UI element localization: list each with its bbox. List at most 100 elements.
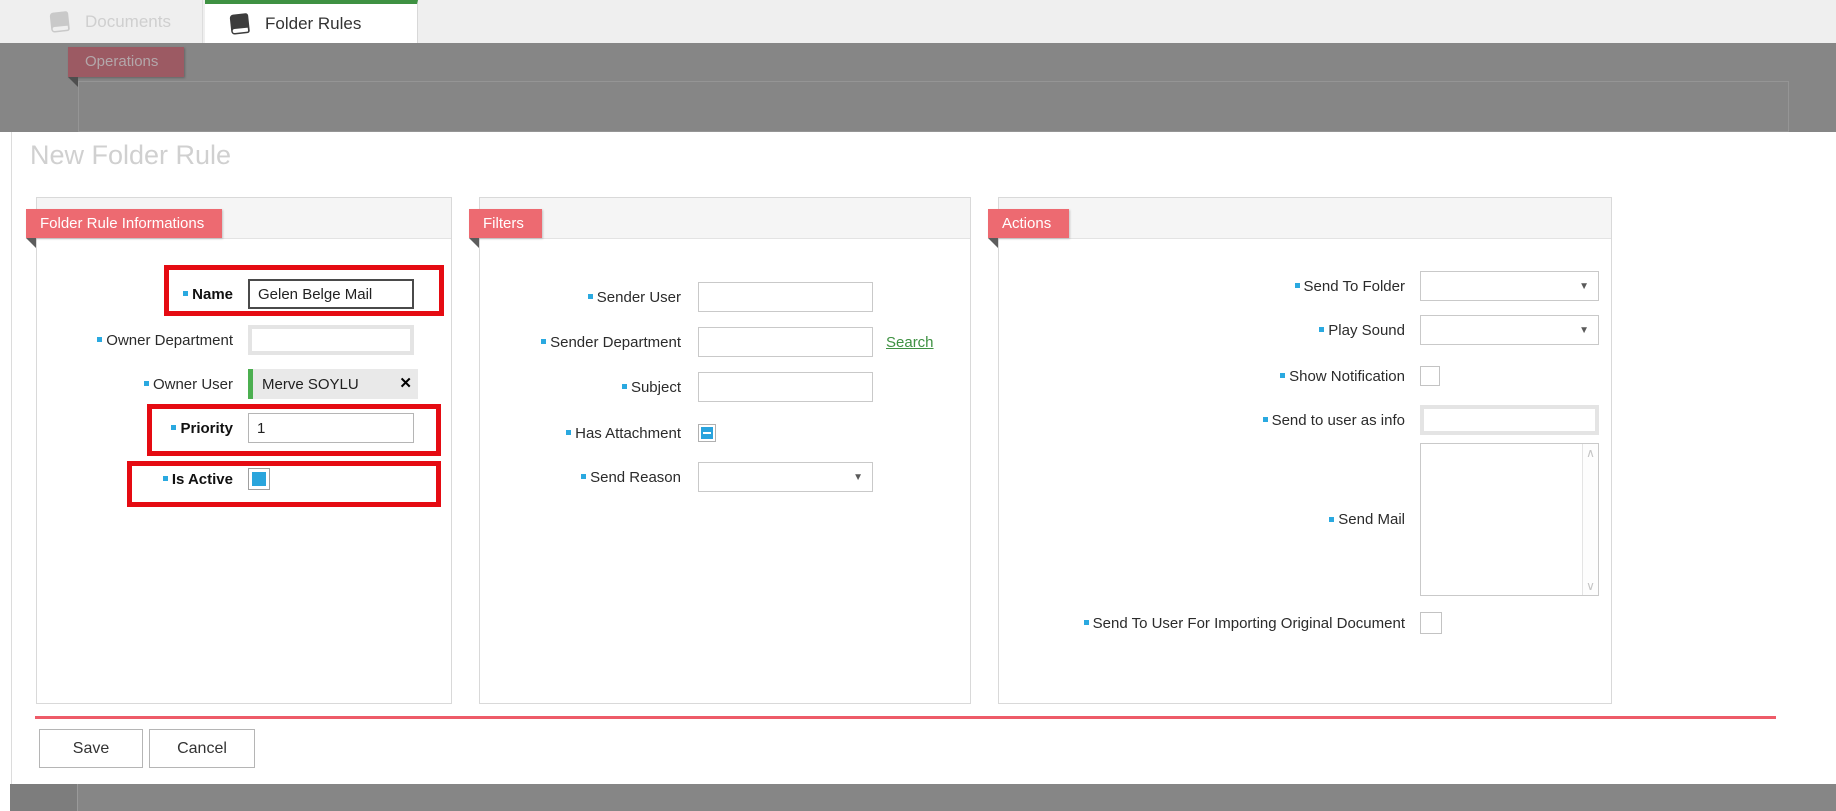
search-link[interactable]: Search bbox=[886, 334, 934, 351]
owner-user-row: Owner User Merve SOYLU ✕ bbox=[37, 368, 451, 400]
field-bullet-icon bbox=[566, 430, 571, 435]
send-to-folder-label: Send To Folder bbox=[999, 278, 1405, 295]
chevron-down-icon: ▼ bbox=[1579, 282, 1589, 292]
bottom-separator-line bbox=[35, 716, 1776, 719]
panel-title-badge: Filters bbox=[469, 209, 542, 238]
play-sound-row: Play Sound ▼ bbox=[999, 314, 1611, 346]
tab-folder-rules[interactable]: Folder Rules bbox=[205, 0, 418, 43]
page-title: New Folder Rule bbox=[30, 140, 231, 171]
tab-folder-rules-label: Folder Rules bbox=[265, 14, 361, 34]
priority-input[interactable] bbox=[248, 413, 414, 443]
field-bullet-icon bbox=[1319, 327, 1324, 332]
owner-user-chip: Merve SOYLU ✕ bbox=[248, 369, 418, 399]
send-reason-label: Send Reason bbox=[480, 469, 681, 486]
panel-header bbox=[999, 198, 1611, 239]
is-active-label: Is Active bbox=[37, 471, 233, 488]
send-mail-textarea[interactable]: ∧ ∨ bbox=[1420, 443, 1599, 596]
scrollbar[interactable]: ∧ ∨ bbox=[1582, 444, 1598, 595]
has-attachment-row: Has Attachment bbox=[480, 417, 970, 449]
subject-row: Subject bbox=[480, 371, 970, 403]
field-bullet-icon bbox=[144, 381, 149, 386]
header-bar bbox=[0, 43, 1836, 132]
sender-department-row: Sender Department Search bbox=[480, 326, 970, 358]
tab-bar: Documents Folder Rules bbox=[0, 0, 1836, 43]
send-mail-label: Send Mail bbox=[999, 511, 1405, 528]
tab-documents-label: Documents bbox=[85, 12, 171, 32]
field-bullet-icon bbox=[1329, 517, 1334, 522]
panel-title-badge: Folder Rule Informations bbox=[26, 209, 222, 238]
folder-rule-window: Documents Folder Rules Operations New Fo… bbox=[0, 0, 1836, 811]
panel-header bbox=[480, 198, 970, 239]
owner-department-label: Owner Department bbox=[37, 332, 233, 349]
has-attachment-label: Has Attachment bbox=[480, 425, 681, 442]
panel-badge-fold bbox=[988, 238, 998, 248]
footer-left-segment bbox=[10, 784, 78, 811]
checkbox-indeterminate-fill bbox=[701, 427, 713, 439]
operations-menu[interactable]: Operations bbox=[68, 47, 184, 77]
panel-actions: Actions Send To Folder ▼ Play Sound ▼ Sh… bbox=[998, 197, 1612, 704]
sender-user-row: Sender User bbox=[480, 281, 970, 313]
send-reason-dropdown[interactable]: ▼ bbox=[698, 462, 873, 492]
panel-title-badge: Actions bbox=[988, 209, 1069, 238]
show-notification-row: Show Notification bbox=[999, 360, 1611, 392]
clear-icon[interactable]: ✕ bbox=[399, 374, 412, 394]
send-reason-row: Send Reason ▼ bbox=[480, 461, 970, 493]
field-bullet-icon bbox=[1295, 283, 1300, 288]
panel-filters: Filters Sender User Sender Department Se… bbox=[479, 197, 971, 704]
field-bullet-icon bbox=[163, 476, 168, 481]
chevron-down-icon[interactable]: ∨ bbox=[1586, 580, 1595, 592]
book-icon bbox=[226, 10, 252, 36]
play-sound-label: Play Sound bbox=[999, 322, 1405, 339]
send-to-user-for-importing-label: Send To User For Importing Original Docu… bbox=[999, 615, 1405, 632]
send-to-folder-row: Send To Folder ▼ bbox=[999, 270, 1611, 302]
owner-department-row: Owner Department bbox=[37, 324, 451, 356]
has-attachment-checkbox[interactable] bbox=[698, 424, 716, 442]
send-to-user-as-info-row: Send to user as info bbox=[999, 404, 1611, 436]
owner-user-value: Merve SOYLU bbox=[253, 376, 359, 393]
chevron-up-icon[interactable]: ∧ bbox=[1586, 447, 1595, 459]
field-bullet-icon bbox=[183, 291, 188, 296]
show-notification-checkbox[interactable] bbox=[1420, 366, 1440, 386]
cancel-button[interactable]: Cancel bbox=[149, 729, 255, 768]
panel-badge-fold bbox=[469, 238, 479, 248]
checkbox-check-fill bbox=[252, 472, 266, 486]
save-button[interactable]: Save bbox=[39, 729, 143, 768]
send-to-folder-dropdown[interactable]: ▼ bbox=[1420, 271, 1599, 301]
field-bullet-icon bbox=[1280, 373, 1285, 378]
field-bullet-icon bbox=[622, 384, 627, 389]
priority-label: Priority bbox=[37, 420, 233, 437]
send-to-user-for-importing-checkbox[interactable] bbox=[1420, 612, 1442, 634]
field-bullet-icon bbox=[1084, 620, 1089, 625]
chevron-down-icon: ▼ bbox=[1579, 326, 1589, 336]
is-active-row: Is Active bbox=[37, 463, 451, 495]
name-label: Name bbox=[37, 286, 233, 303]
send-to-user-as-info-input[interactable] bbox=[1420, 405, 1599, 435]
send-to-user-for-importing-row: Send To User For Importing Original Docu… bbox=[999, 607, 1611, 639]
content-left-border bbox=[11, 132, 12, 784]
field-bullet-icon bbox=[171, 425, 176, 430]
field-bullet-icon bbox=[581, 474, 586, 479]
name-row: Name bbox=[37, 278, 451, 310]
owner-user-label: Owner User bbox=[37, 376, 233, 393]
name-input[interactable] bbox=[248, 279, 414, 309]
tab-documents[interactable]: Documents bbox=[25, 0, 203, 43]
show-notification-label: Show Notification bbox=[999, 368, 1405, 385]
header-inner-panel bbox=[78, 81, 1789, 132]
panel-folder-rule-informations: Folder Rule Informations Name Owner Depa… bbox=[36, 197, 452, 704]
subject-label: Subject bbox=[480, 379, 681, 396]
field-bullet-icon bbox=[588, 294, 593, 299]
book-icon bbox=[46, 8, 72, 34]
send-mail-row: Send Mail ∧ ∨ bbox=[999, 443, 1611, 596]
sender-department-input[interactable] bbox=[698, 327, 873, 357]
is-active-checkbox[interactable] bbox=[248, 468, 270, 490]
owner-department-input[interactable] bbox=[248, 325, 414, 355]
play-sound-dropdown[interactable]: ▼ bbox=[1420, 315, 1599, 345]
subject-input[interactable] bbox=[698, 372, 873, 402]
sender-user-input[interactable] bbox=[698, 282, 873, 312]
panel-badge-fold bbox=[26, 238, 36, 248]
field-bullet-icon bbox=[1263, 417, 1268, 422]
field-bullet-icon bbox=[97, 337, 102, 342]
priority-row: Priority bbox=[37, 412, 451, 444]
field-bullet-icon bbox=[541, 339, 546, 344]
send-to-user-as-info-label: Send to user as info bbox=[999, 412, 1405, 429]
